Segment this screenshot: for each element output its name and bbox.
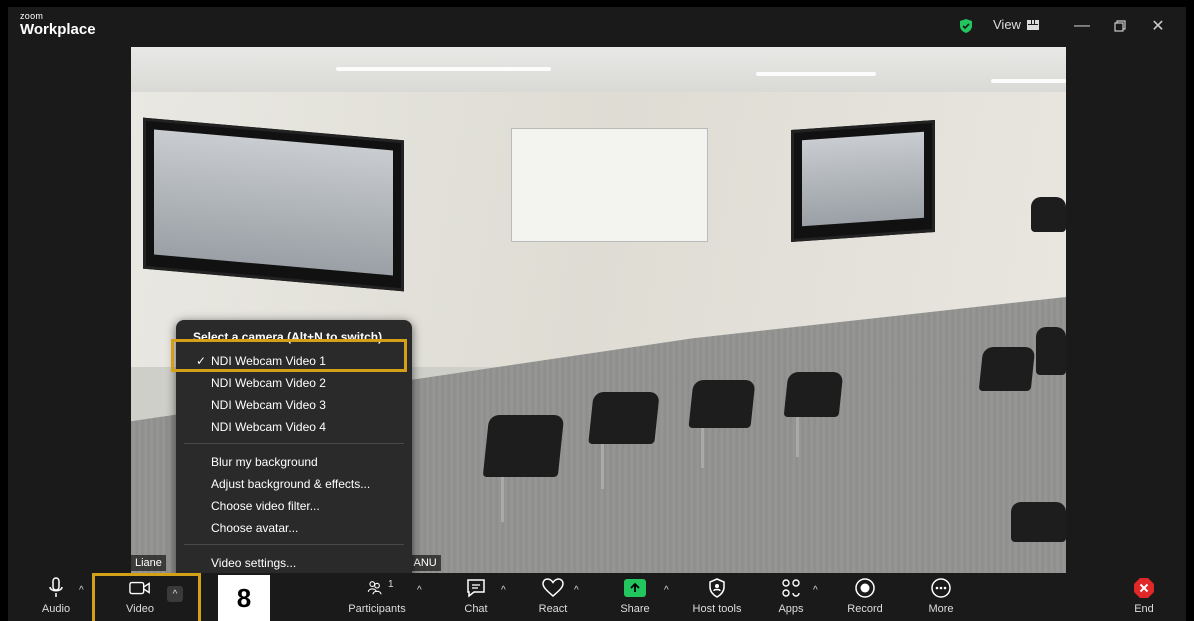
participants-icon xyxy=(366,577,388,599)
chair xyxy=(1031,197,1066,232)
title-bar: zoom Workplace View — ✕ xyxy=(8,7,1186,47)
participant-name-tag: Liane xyxy=(131,555,166,571)
camera-option-4[interactable]: NDI Webcam Video 4 xyxy=(211,420,326,434)
close-window-icon[interactable]: ✕ xyxy=(1146,15,1170,37)
audio-label: Audio xyxy=(41,603,71,615)
camera-option-1[interactable]: NDI Webcam Video 1 xyxy=(211,354,326,368)
participants-count: 1 xyxy=(388,579,394,590)
brand-title: Workplace xyxy=(20,21,96,38)
apps-options-chevron-icon[interactable]: ^ xyxy=(813,585,818,596)
share-options-chevron-icon[interactable]: ^ xyxy=(664,585,669,596)
ceiling-light xyxy=(756,72,876,76)
host-tools-button[interactable]: Host tools xyxy=(684,577,750,615)
view-label: View xyxy=(993,17,1021,32)
host-tools-label: Host tools xyxy=(692,603,742,615)
host-tools-shield-icon xyxy=(706,577,728,599)
camera-option-2[interactable]: NDI Webcam Video 2 xyxy=(211,376,326,390)
share-screen-icon xyxy=(624,579,646,597)
participants-options-chevron-icon[interactable]: ^ xyxy=(417,585,422,596)
display-screen xyxy=(802,131,924,227)
checkmark-icon: ✓ xyxy=(196,354,207,368)
participants-label: Participants xyxy=(348,603,406,615)
ceiling-light xyxy=(991,79,1066,83)
camera-option-3[interactable]: NDI Webcam Video 3 xyxy=(211,398,326,412)
chat-label: Chat xyxy=(464,603,488,615)
record-icon xyxy=(854,577,876,599)
camera-menu-title: Select a camera (Alt+N to switch) xyxy=(193,330,383,344)
end-label: End xyxy=(1134,603,1154,615)
apps-icon xyxy=(780,577,802,599)
video-options-chevron-icon[interactable]: ^ xyxy=(167,586,183,602)
chair xyxy=(688,380,756,428)
apps-button[interactable]: Apps xyxy=(763,577,819,615)
video-settings-option[interactable]: Video settings... xyxy=(211,556,296,570)
minimize-icon[interactable]: — xyxy=(1070,15,1094,37)
chair xyxy=(1036,327,1066,375)
display-screen xyxy=(154,129,393,276)
brand-small-text: zoom xyxy=(20,11,44,21)
video-label: Video xyxy=(126,603,154,615)
wall-display-left xyxy=(143,117,404,292)
chat-options-chevron-icon[interactable]: ^ xyxy=(501,585,506,596)
chair-leg xyxy=(601,444,604,489)
meeting-toolbar: Audio ^ Video ^ Participants 1 ^ Chat ^ xyxy=(8,573,1186,621)
chair xyxy=(588,392,660,444)
grid-view-icon xyxy=(1026,19,1039,30)
video-button[interactable]: Video xyxy=(112,577,168,615)
end-meeting-icon xyxy=(1133,577,1155,599)
heart-icon xyxy=(542,577,564,599)
chair-leg xyxy=(796,417,799,457)
chair xyxy=(978,347,1036,391)
menu-divider xyxy=(184,544,404,545)
avatar-option[interactable]: Choose avatar... xyxy=(211,521,298,535)
apps-label: Apps xyxy=(778,603,804,615)
blur-background-option[interactable]: Blur my background xyxy=(211,455,318,469)
audio-options-chevron-icon[interactable]: ^ xyxy=(79,585,84,596)
wall-display-right xyxy=(791,119,935,243)
participants-button[interactable]: Participants xyxy=(346,577,408,615)
audio-button[interactable]: Audio xyxy=(28,577,84,615)
react-button[interactable]: React xyxy=(525,577,581,615)
room-ceiling xyxy=(131,47,1066,92)
step-number-badge: 8 xyxy=(218,575,270,621)
chat-button[interactable]: Chat xyxy=(448,577,504,615)
chair xyxy=(482,415,565,477)
record-label: Record xyxy=(847,603,883,615)
ceiling-light xyxy=(336,67,551,71)
end-button[interactable]: End xyxy=(1116,577,1172,615)
app-logo: zoom Workplace xyxy=(20,11,96,38)
more-button[interactable]: More xyxy=(913,577,969,615)
record-button[interactable]: Record xyxy=(837,577,893,615)
microphone-icon xyxy=(45,577,67,599)
whiteboard xyxy=(511,128,708,242)
security-shield-icon[interactable] xyxy=(958,18,974,34)
zoom-window: zoom Workplace View — ✕ Liane , ANU Sele… xyxy=(8,7,1186,621)
share-button[interactable]: Share xyxy=(607,577,663,615)
restore-icon[interactable] xyxy=(1108,15,1132,37)
more-label: More xyxy=(928,603,954,615)
chair xyxy=(783,372,844,417)
camera-menu: Select a camera (Alt+N to switch) ✓ NDI … xyxy=(176,320,412,580)
camera-icon xyxy=(129,577,151,599)
chat-icon xyxy=(465,577,487,599)
share-label: Share xyxy=(620,603,650,615)
adjust-background-option[interactable]: Adjust background & effects... xyxy=(211,477,370,491)
chair-leg xyxy=(501,477,504,522)
chair-leg xyxy=(701,428,704,468)
view-button[interactable]: View xyxy=(993,17,1039,32)
react-label: React xyxy=(538,603,568,615)
more-dots-icon xyxy=(930,577,952,599)
menu-divider xyxy=(184,443,404,444)
share-icon-wrap xyxy=(624,577,646,599)
chair xyxy=(1011,502,1066,542)
react-options-chevron-icon[interactable]: ^ xyxy=(574,585,579,596)
video-filter-option[interactable]: Choose video filter... xyxy=(211,499,320,513)
